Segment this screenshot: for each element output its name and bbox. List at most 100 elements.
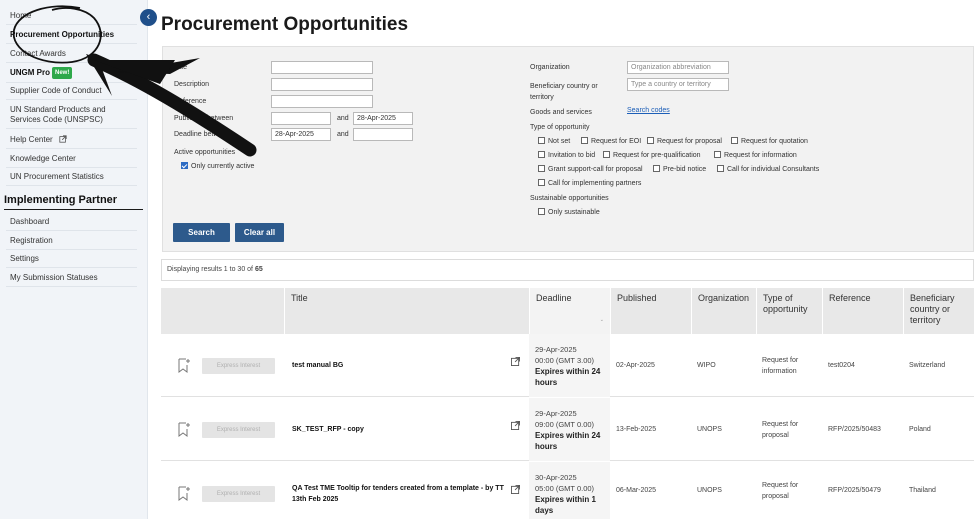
opportunity-title[interactable]: SK_TEST_RFP - copy: [286, 398, 529, 461]
and-label: and: [337, 115, 349, 122]
results-summary: Displaying results 1 to 30 of 65: [161, 259, 974, 281]
type-of-opportunity-label: Type of opportunity: [530, 124, 590, 131]
column-header-country[interactable]: Beneficiary country or territory: [903, 288, 974, 334]
sustainable-opportunities-label: Sustainable opportunities: [530, 195, 609, 202]
express-interest-button[interactable]: Express Interest: [202, 486, 275, 502]
checkbox-label: Not set: [548, 138, 571, 145]
column-header-title[interactable]: Title: [284, 288, 529, 334]
deadline-date: 29-Apr-2025: [535, 345, 577, 354]
sidebar-item-supplier-code[interactable]: Supplier Code of Conduct: [6, 83, 137, 100]
country-cell: Thailand: [909, 487, 936, 494]
organization-cell: UNOPS: [697, 426, 722, 433]
type-checkbox-rfi[interactable]: Request for information: [714, 151, 797, 159]
bookmark-add-icon[interactable]: [178, 422, 190, 437]
checkbox-icon: [538, 165, 545, 172]
only-active-checkbox[interactable]: Only currently active: [181, 162, 254, 170]
sidebar-item-contact-awards[interactable]: Contact Awards: [6, 46, 137, 63]
column-header-label: Deadline: [536, 293, 572, 303]
deadline-time: 00:00 (GMT 3.00): [535, 356, 595, 365]
type-checkbox-grant[interactable]: Grant support-call for proposal: [538, 165, 643, 173]
sidebar-item-label: Knowledge Center: [10, 154, 76, 163]
table-row[interactable]: Express Interest test manual BG 29-Apr-2…: [161, 334, 974, 397]
results-table-header: Title Deadline ⌄ Published Organization T…: [161, 288, 974, 334]
deadline-from-input[interactable]: 28-Apr-2025: [271, 128, 331, 141]
published-from-input[interactable]: [271, 112, 331, 125]
type-checkbox-rfq[interactable]: Request for quotation: [731, 137, 808, 145]
search-button[interactable]: Search: [173, 223, 230, 242]
clear-all-button[interactable]: Clear all: [235, 223, 284, 242]
checkbox-icon: [538, 208, 545, 215]
table-row[interactable]: Express Interest SK_TEST_RFP - copy 29-A…: [161, 398, 974, 461]
type-checkbox-consultants[interactable]: Call for individual Consultants: [717, 165, 819, 173]
sidebar-item-label: Home: [10, 11, 32, 20]
search-codes-link[interactable]: Search codes: [627, 107, 670, 114]
sidebar-item-unspsc[interactable]: UN Standard Products and Services Code (…: [6, 102, 137, 129]
sidebar-item-label: UN Procurement Statistics: [10, 172, 104, 181]
sidebar-item-procurement-opportunities[interactable]: Procurement Opportunities: [6, 27, 137, 44]
beneficiary-input[interactable]: Type a country or territory: [627, 78, 729, 91]
type-checkbox-rfp[interactable]: Request for proposal: [647, 137, 722, 145]
external-link-icon[interactable]: [511, 421, 520, 430]
express-interest-button[interactable]: Express Interest: [202, 358, 275, 374]
type-cell: Request for information: [762, 356, 799, 375]
type-checkbox-prebid[interactable]: Pre-bid notice: [653, 165, 706, 173]
type-checkbox-prequalification[interactable]: Request for pre-qualification: [603, 151, 701, 159]
organization-input[interactable]: Organization abbreviation: [627, 61, 729, 74]
sidebar-item-procurement-statistics[interactable]: UN Procurement Statistics: [6, 169, 137, 186]
deadline-cell: 29-Apr-2025 09:00 (GMT 0.00) Expires withi…: [529, 398, 610, 461]
table-row[interactable]: Express Interest QA Test TME Tooltip for…: [161, 462, 974, 519]
checkbox-label: Request for proposal: [657, 138, 722, 145]
title-input[interactable]: [271, 61, 373, 74]
bookmark-add-icon[interactable]: [178, 358, 190, 373]
title-text: QA Test TME Tooltip for tenders created …: [292, 484, 504, 503]
type-checkbox-itb[interactable]: Invitation to bid: [538, 151, 595, 159]
reference-cell: RFP/2025/50483: [828, 426, 881, 433]
checkbox-label: Invitation to bid: [548, 152, 596, 159]
type-checkbox-not-set[interactable]: Not set: [538, 137, 570, 145]
bookmark-add-icon[interactable]: [178, 486, 190, 501]
external-link-icon[interactable]: [511, 357, 520, 366]
deadline-time: 09:00 (GMT 0.00): [535, 420, 595, 429]
external-link-icon: [59, 135, 67, 143]
checkbox-label: Only currently active: [191, 163, 255, 170]
sidebar-item-registration[interactable]: Registration: [6, 233, 137, 250]
published-cell: 02-Apr-2025: [616, 362, 655, 369]
country-cell: Switzerland: [909, 362, 946, 369]
express-interest-button[interactable]: Express Interest: [202, 422, 275, 438]
organization-cell: WIPO: [697, 362, 716, 369]
reference-input[interactable]: [271, 95, 373, 108]
chevron-left-icon: ‹: [146, 11, 151, 23]
checkbox-icon: [647, 137, 654, 144]
goods-services-label: Goods and services: [530, 109, 592, 116]
sidebar-item-home[interactable]: Home: [6, 8, 137, 25]
type-checkbox-eoi[interactable]: Request for EOI: [581, 137, 641, 145]
sidebar-item-settings[interactable]: Settings: [6, 251, 137, 268]
opportunity-title[interactable]: QA Test TME Tooltip for tenders created …: [286, 462, 511, 519]
sidebar-item-label: Registration: [10, 236, 53, 245]
deadline-to-input[interactable]: [353, 128, 413, 141]
column-header-deadline[interactable]: Deadline ⌄: [529, 288, 610, 334]
sidebar-item-label: Contact Awards: [10, 49, 66, 58]
description-input[interactable]: [271, 78, 373, 91]
sidebar-item-ungm-pro[interactable]: UNGM Pro New!: [6, 64, 137, 83]
only-sustainable-checkbox[interactable]: Only sustainable: [538, 208, 600, 216]
expires-text: Expires within 24 hours: [535, 431, 601, 451]
published-to-input[interactable]: 28-Apr-2025: [353, 112, 413, 125]
sidebar-item-label: My Submission Statuses: [10, 273, 98, 282]
sidebar-item-label: UNGM Pro: [10, 68, 50, 77]
sidebar-item-label: Supplier Code of Conduct: [10, 86, 102, 95]
sidebar-item-dashboard[interactable]: Dashboard: [6, 214, 137, 231]
type-checkbox-implementing-partners[interactable]: Call for implementing partners: [538, 179, 641, 187]
sidebar-item-knowledge-center[interactable]: Knowledge Center: [6, 151, 137, 168]
sidebar-item-label: Settings: [10, 254, 39, 263]
opportunity-title[interactable]: test manual BG: [286, 334, 529, 397]
column-header-reference[interactable]: Reference: [822, 288, 903, 334]
column-header-organization[interactable]: Organization: [691, 288, 756, 334]
column-header-type[interactable]: Type of opportunity: [756, 288, 822, 334]
collapse-sidebar-button[interactable]: ‹: [140, 9, 157, 26]
external-link-icon[interactable]: [511, 485, 520, 494]
checkbox-label: Request for information: [724, 152, 797, 159]
column-header-published[interactable]: Published: [610, 288, 691, 334]
sidebar-item-help-center[interactable]: Help Center: [6, 132, 137, 149]
sidebar-item-submission-statuses[interactable]: My Submission Statuses: [6, 270, 137, 287]
